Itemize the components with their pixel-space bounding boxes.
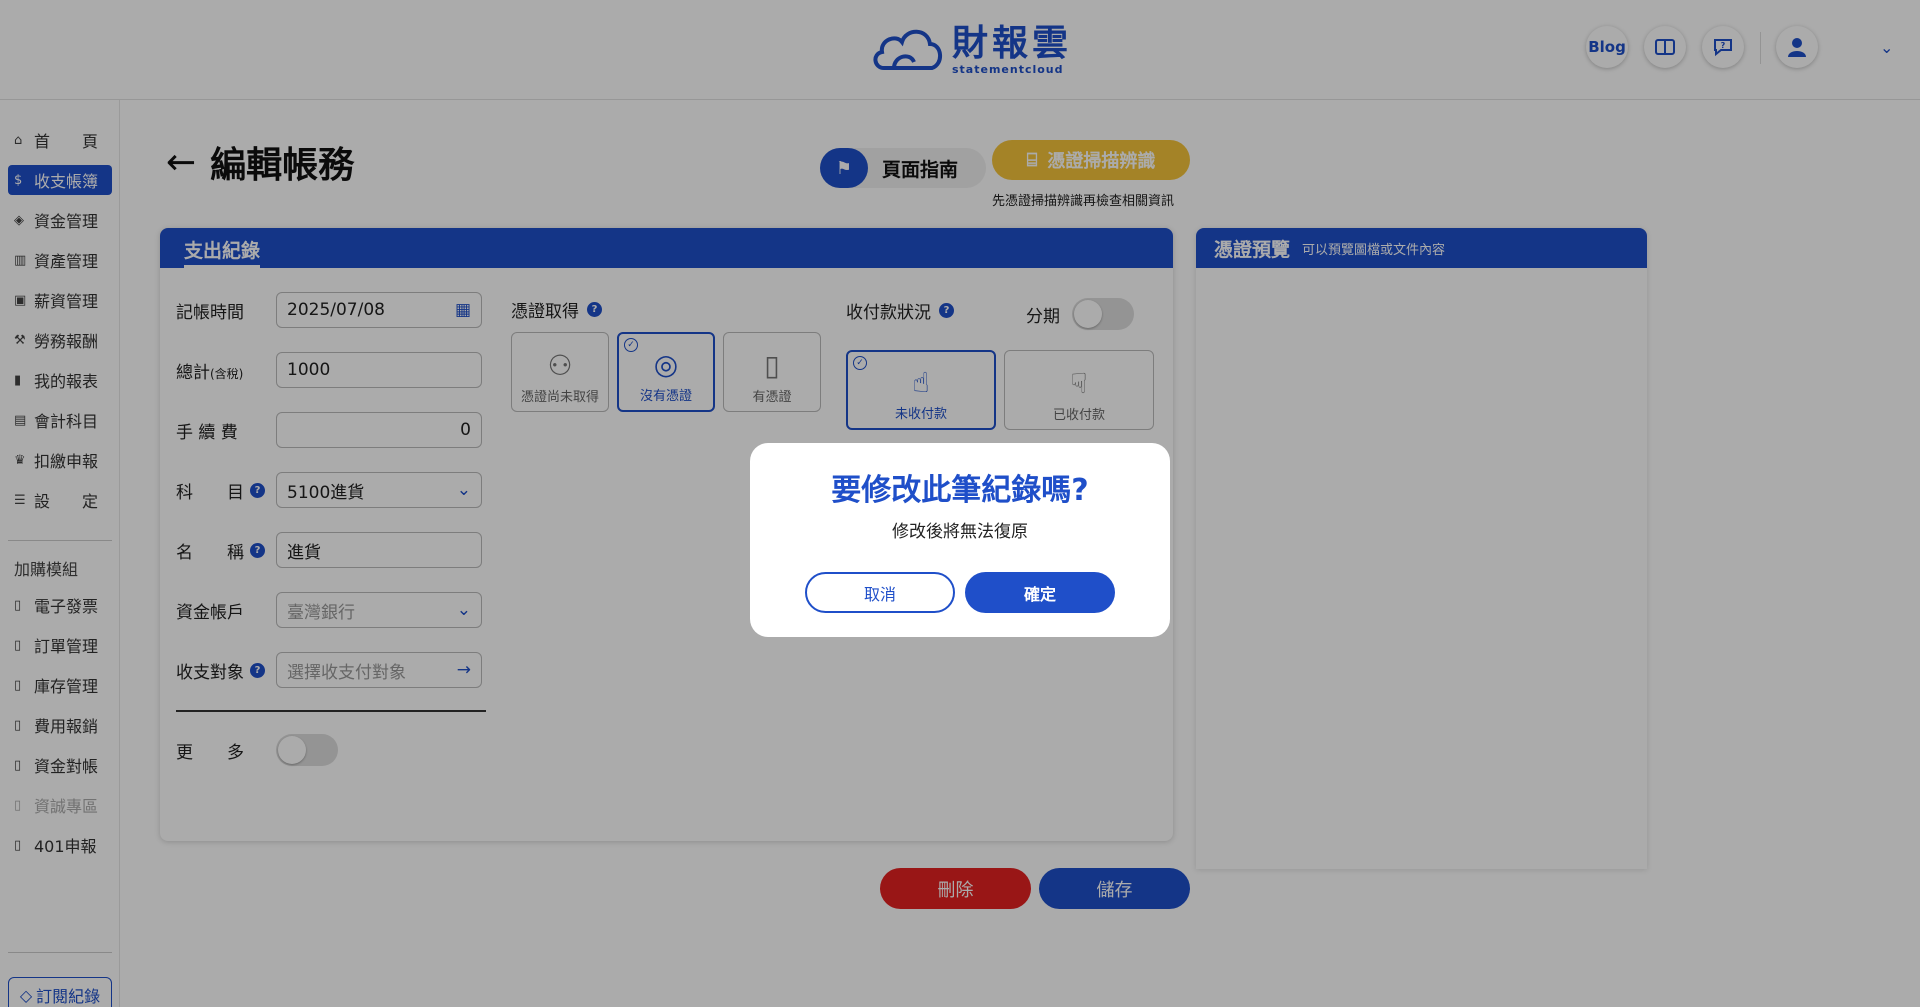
cancel-button[interactable]: 取消 [805, 572, 955, 613]
dialog-title: 要修改此筆紀錄嗎? [831, 473, 1089, 508]
confirm-button[interactable]: 確定 [965, 572, 1115, 613]
confirm-dialog: 要修改此筆紀錄嗎? 修改後將無法復原 取消 確定 [750, 443, 1170, 637]
dialog-message: 修改後將無法復原 [892, 522, 1028, 542]
